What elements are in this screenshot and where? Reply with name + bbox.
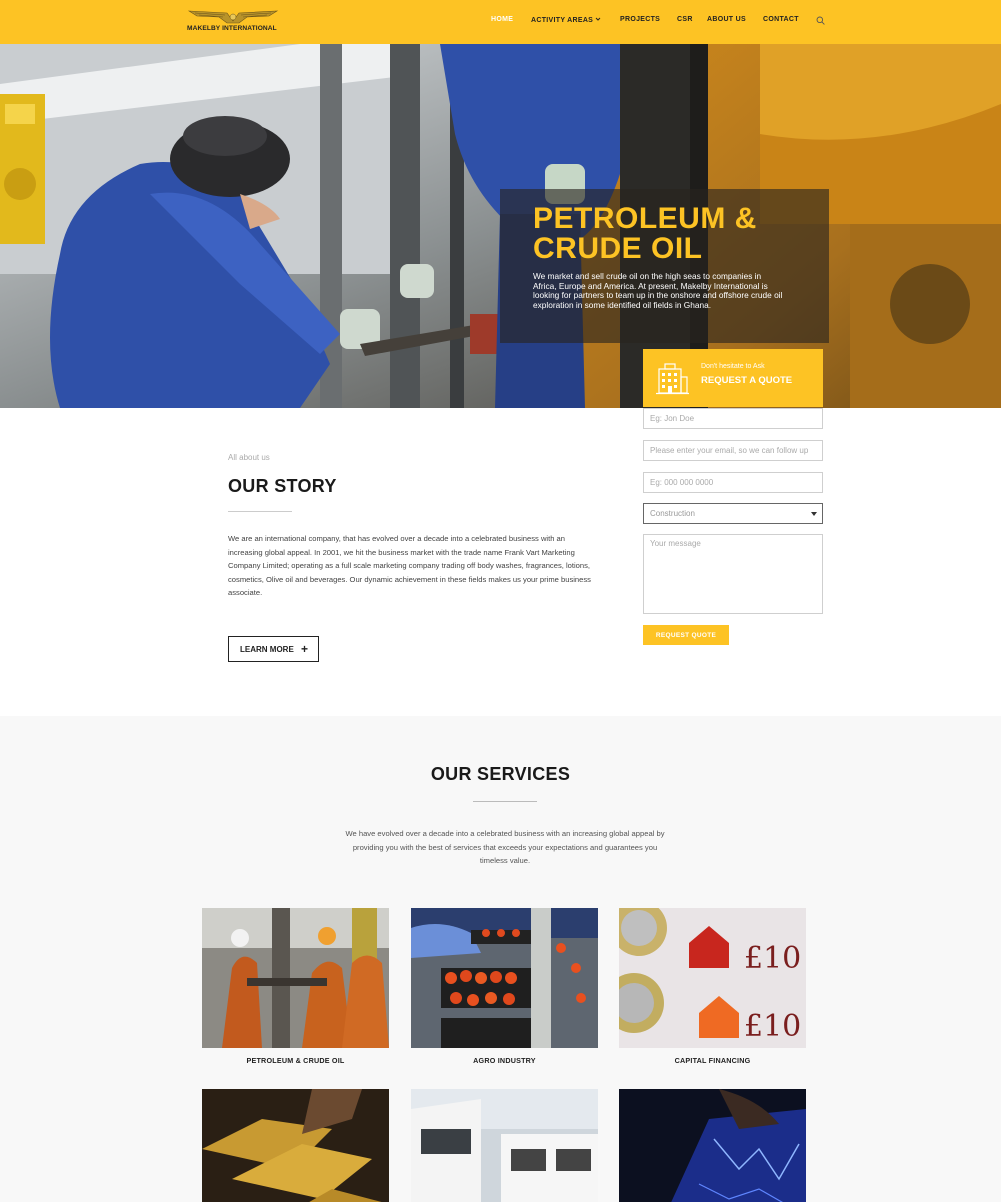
hero-caption-box: PETROLEUM & CRUDE OIL We market and sell…	[500, 189, 829, 343]
nav-activity-areas-label: ACTIVITY AREAS	[531, 17, 594, 24]
svg-text:£10: £10	[744, 941, 801, 976]
plus-icon: +	[300, 642, 308, 656]
services-section: OUR SERVICES We have evolved over a deca…	[0, 716, 1001, 1202]
divider	[228, 511, 292, 512]
learn-more-label: LEARN MORE	[240, 645, 294, 654]
nav-about-us[interactable]: ABOUT US	[707, 16, 746, 23]
logo[interactable]: MAKELBY INTERNATIONAL	[187, 8, 279, 35]
caret-down-icon	[811, 512, 817, 516]
logo-text: MAKELBY INTERNATIONAL	[187, 25, 277, 32]
services-title: OUR SERVICES	[430, 764, 571, 784]
service-label-capital[interactable]: CAPITAL FINANCING	[619, 1056, 806, 1065]
nav-activity-areas[interactable]: ACTIVITY AREAS	[531, 16, 601, 24]
nav-contact[interactable]: CONTACT	[763, 16, 799, 23]
hero-text: We market and sell crude oil on the high…	[533, 271, 783, 311]
site-header: MAKELBY INTERNATIONAL HOME ACTIVITY AREA…	[0, 0, 1001, 44]
divider	[473, 801, 537, 802]
svg-text:£10: £10	[744, 1009, 801, 1044]
agro-photo	[411, 908, 598, 1048]
nav-home[interactable]: HOME	[491, 16, 513, 23]
petroleum-photo	[202, 908, 389, 1048]
chevron-down-icon	[595, 17, 601, 21]
quote-subtitle: Don't hesitate to Ask	[701, 363, 765, 370]
hero-title: PETROLEUM & CRUDE OIL	[533, 202, 757, 265]
story-kicker: All about us	[228, 453, 270, 462]
service-label-agro[interactable]: AGRO INDUSTRY	[411, 1056, 598, 1065]
service-select-value: Construction	[650, 509, 695, 518]
service-image-trading[interactable]	[619, 1089, 806, 1202]
trading-photo	[619, 1089, 806, 1202]
service-select[interactable]: Construction	[643, 503, 823, 524]
service-image-capital[interactable]: £10 £10	[619, 908, 806, 1048]
search-icon[interactable]	[816, 16, 825, 25]
phone-field[interactable]	[643, 472, 823, 493]
service-image-gold[interactable]	[202, 1089, 389, 1202]
service-image-petroleum[interactable]	[202, 908, 389, 1048]
nav-csr[interactable]: CSR	[677, 16, 693, 23]
nav-projects[interactable]: PROJECTS	[620, 16, 660, 23]
services-text: We have evolved over a decade into a cel…	[345, 829, 665, 865]
message-field[interactable]	[643, 534, 823, 614]
service-image-realestate[interactable]	[411, 1089, 598, 1202]
service-label-petroleum[interactable]: PETROLEUM & CRUDE OIL	[202, 1056, 389, 1065]
hero-banner: PETROLEUM & CRUDE OIL We market and sell…	[0, 44, 1001, 408]
building-icon	[656, 363, 689, 395]
capital-photo: £10 £10	[619, 908, 806, 1048]
request-quote-button[interactable]: REQUEST QUOTE	[643, 625, 729, 645]
name-field[interactable]	[643, 408, 823, 429]
email-field[interactable]	[643, 440, 823, 461]
wings-logo-icon	[187, 10, 279, 24]
story-text: We are an international company, that ha…	[228, 534, 591, 597]
realestate-photo	[411, 1089, 598, 1202]
gold-photo	[202, 1089, 389, 1202]
quote-header: Don't hesitate to Ask REQUEST A QUOTE	[643, 349, 823, 407]
story-title: OUR STORY	[228, 476, 337, 496]
quote-title: REQUEST A QUOTE	[701, 375, 793, 386]
service-image-agro[interactable]	[411, 908, 598, 1048]
learn-more-button[interactable]: LEARN MORE +	[228, 636, 319, 662]
